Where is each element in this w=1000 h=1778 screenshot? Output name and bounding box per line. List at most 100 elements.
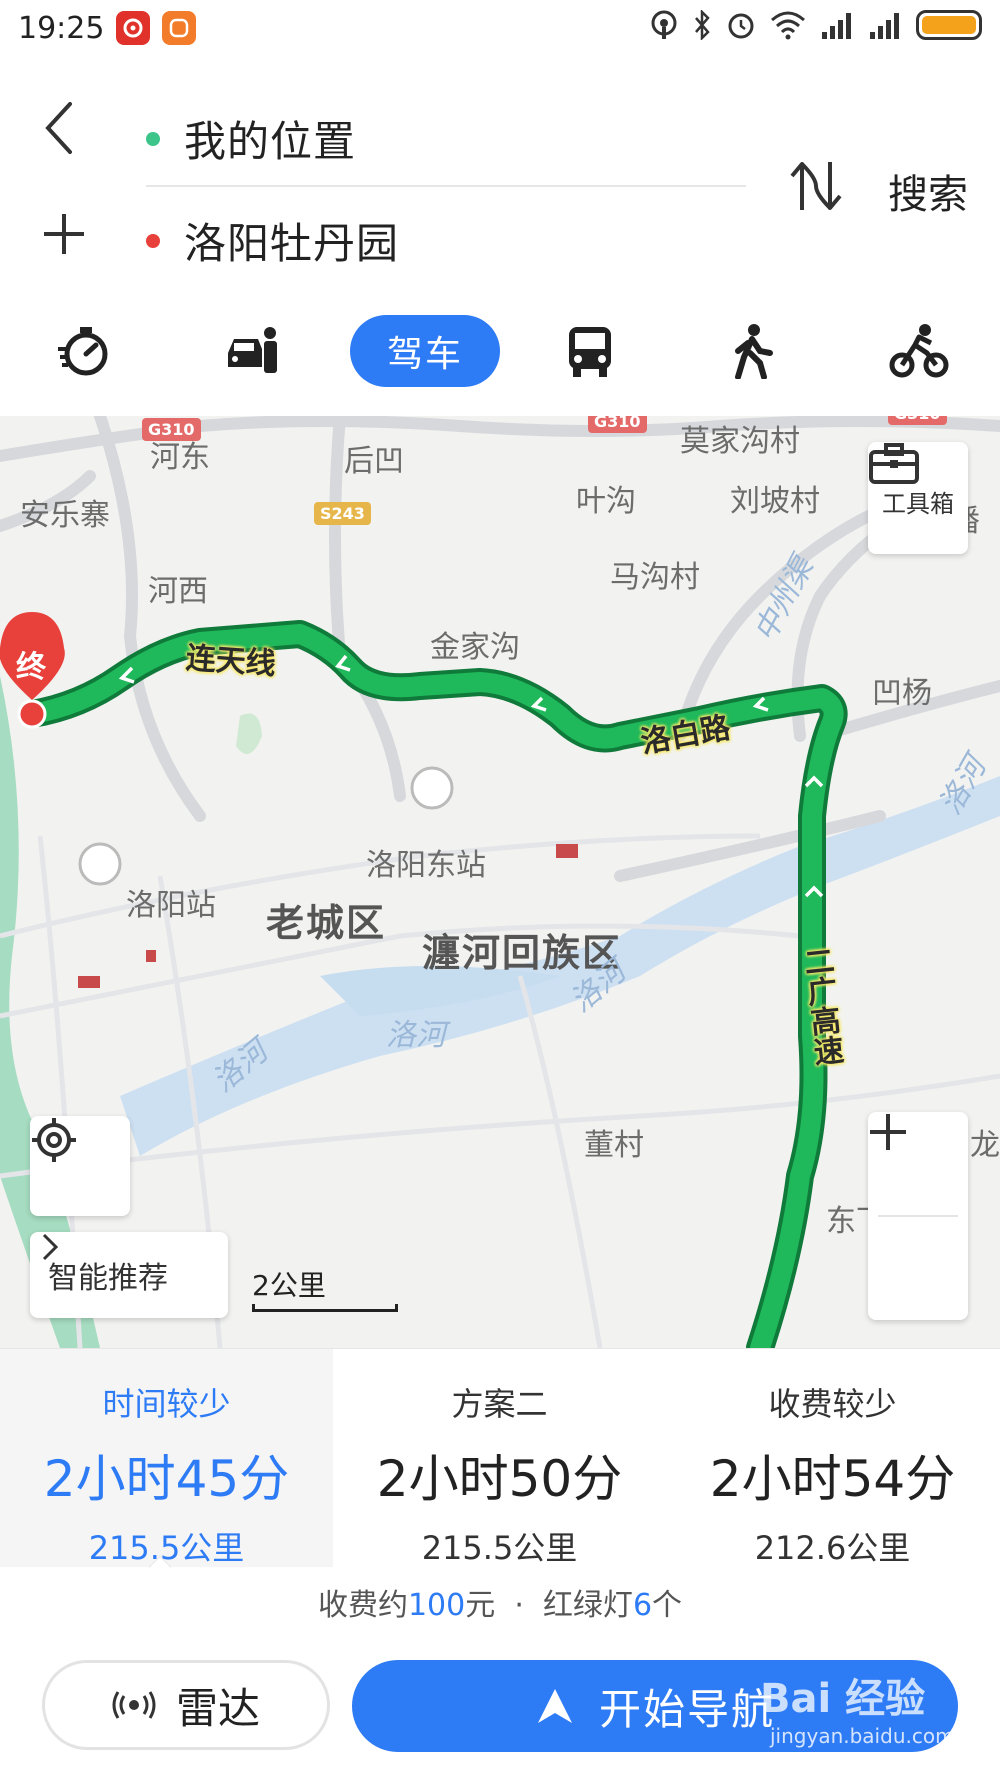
place-label: 安乐寨 [20, 498, 110, 533]
radar-label: 雷达 [175, 1683, 260, 1733]
place-label: 马沟村 [610, 560, 700, 595]
origin-dot [146, 131, 160, 146]
minus-icon [870, 1130, 906, 1134]
highway-shield: S243 [314, 502, 371, 525]
tab-bus[interactable] [556, 315, 624, 387]
place-label: 刘坡村 [730, 484, 820, 519]
route-option-name: 时间较少 [102, 1385, 231, 1423]
status-bar: 19:25 [0, 0, 1000, 56]
route-option-distance: 212.6公里 [754, 1529, 911, 1567]
origin-text: 我的位置 [184, 117, 357, 166]
netease-music-icon [116, 11, 151, 45]
highway-shield: G310 [888, 416, 947, 425]
locate-button[interactable] [30, 1116, 130, 1216]
destination-field[interactable]: 洛阳牡丹园 [146, 210, 399, 271]
radar-icon [112, 1691, 156, 1719]
mode-tabs: 驾车 [0, 315, 1000, 395]
place-label: 龙 [970, 1128, 1000, 1163]
watermark-brand: Bai 经验 [760, 1676, 926, 1722]
signal-icon [822, 13, 851, 39]
water-label: 洛河 [386, 1018, 446, 1053]
station-icon [410, 766, 454, 810]
lights-value: 6 [632, 1588, 653, 1623]
route-option[interactable]: 方案二 2小时50分 215.5公里 [333, 1349, 666, 1567]
route-option-duration: 2小时45分 [43, 1450, 290, 1508]
place-label: 河东 [150, 440, 210, 475]
route-option-distance: 215.5公里 [421, 1529, 578, 1567]
swap-icon[interactable] [788, 158, 844, 214]
tab-timer[interactable] [50, 315, 118, 387]
route-option[interactable]: 时间较少 2小时45分 215.5公里 [0, 1349, 333, 1567]
zoom-out-button[interactable] [868, 1130, 968, 1320]
destination-pin-dot [17, 699, 47, 729]
place-label: 董村 [584, 1128, 644, 1163]
tab-ride-hailing[interactable] [218, 315, 286, 387]
route-option-duration: 2小时50分 [376, 1450, 623, 1508]
walk-icon [735, 324, 773, 379]
route-option[interactable]: 收费较少 2小时54分 212.6公里 [666, 1349, 999, 1567]
park-area [236, 713, 262, 754]
bluetooth-icon [695, 10, 710, 40]
hotspot-icon [651, 10, 677, 39]
map-view[interactable]: G310 G310 G310 S243 莫家沟村 河东 后凹 叶沟 刘坡村 安乐… [0, 416, 1000, 1348]
toolbox-icon [869, 443, 919, 484]
wifi-icon [771, 11, 805, 40]
tab-drive-label: 驾车 [386, 334, 463, 375]
fee-prefix: 收费约 [317, 1588, 408, 1623]
back-icon[interactable] [40, 100, 80, 156]
station-icon [78, 842, 122, 886]
add-waypoint-icon[interactable] [40, 210, 88, 258]
watermark-url: jingyan.baidu.com [770, 1724, 955, 1748]
smart-recommend-label: 智能推荐 [48, 1261, 168, 1296]
summary-separator: · [514, 1588, 524, 1623]
alarm-icon [728, 13, 754, 39]
route-option-name: 收费较少 [768, 1385, 897, 1423]
tab-bike[interactable] [884, 315, 954, 387]
destination-text: 洛阳牡丹园 [184, 219, 400, 268]
rail-marker [78, 976, 100, 988]
route-options: 时间较少 2小时45分 215.5公里 方案二 2小时50分 215.5公里 收… [0, 1348, 1000, 1579]
car-person-icon [228, 327, 277, 373]
route-option-name: 方案二 [451, 1385, 548, 1423]
road-label: 连天线 [184, 640, 277, 683]
status-icons [650, 10, 982, 40]
smart-recommend-button[interactable]: 智能推荐 [30, 1232, 228, 1318]
highway-shield: G310 [588, 416, 647, 433]
signal-icon [870, 13, 899, 39]
place-label: 河西 [148, 574, 208, 609]
district-label: 老城区 [266, 901, 387, 945]
fee-value: 100 [407, 1588, 466, 1623]
radar-button[interactable]: 雷达 [42, 1660, 330, 1750]
toolbox-button[interactable]: 工具箱 [868, 442, 968, 554]
place-label: 金家沟 [430, 630, 520, 665]
status-time: 19:25 [18, 10, 105, 46]
scale-bar [252, 1304, 398, 1312]
route-option-duration: 2小时54分 [709, 1450, 956, 1508]
place-label: 后凹 [344, 444, 404, 479]
place-label: 莫家沟村 [680, 424, 800, 459]
stop-divider [146, 185, 746, 187]
start-navigation-label: 开始导航 [598, 1684, 775, 1734]
fee-unit: 元 [465, 1588, 496, 1623]
lights-prefix: 红绿灯 [542, 1588, 633, 1623]
zoom-control [868, 1112, 968, 1320]
lights-unit: 个 [652, 1588, 683, 1623]
tab-drive[interactable]: 驾车 [350, 315, 500, 387]
scale-label: 2公里 [252, 1269, 326, 1302]
toolbox-label: 工具箱 [882, 489, 954, 518]
route-summary: 收费约100元 · 红绿灯6个 [0, 1580, 1000, 1624]
mi-app-icon [162, 11, 197, 45]
origin-field[interactable]: 我的位置 [146, 108, 356, 169]
station-label: 洛阳东站 [366, 848, 486, 883]
tab-walk[interactable] [722, 315, 782, 387]
bus-icon [569, 327, 611, 377]
stopwatch-icon [58, 327, 108, 376]
locate-icon [32, 1118, 76, 1162]
bike-icon [889, 324, 949, 378]
place-label: 凹杨 [872, 676, 932, 711]
station-label: 洛阳站 [126, 888, 216, 923]
search-button[interactable]: 搜索 [888, 162, 968, 220]
chevron-right-icon [42, 1233, 59, 1261]
destination-dot [146, 233, 160, 248]
navigation-arrow-icon [537, 1689, 572, 1723]
